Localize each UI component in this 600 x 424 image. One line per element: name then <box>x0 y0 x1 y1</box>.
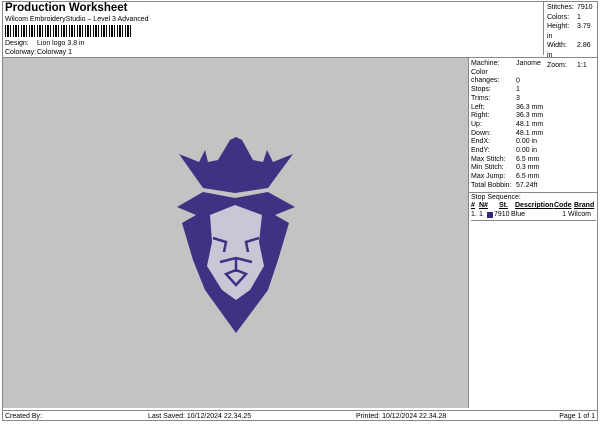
stat-row: Colors: 1 <box>547 13 598 23</box>
info-label: EndY: <box>471 147 490 155</box>
info-label: Min Stitch: <box>471 164 504 172</box>
info-row: Total Bobbin: 57.24ft <box>471 182 598 191</box>
col-n: N# <box>479 202 488 210</box>
info-row: Max Stitch: 6.5 mm <box>471 156 598 165</box>
info-label: Down: <box>471 129 491 137</box>
info-value: 0.3 mm <box>516 164 540 172</box>
info-row: Trims: 3 <box>471 95 598 104</box>
stat-label: Colors: <box>547 13 570 21</box>
row-n: 1 <box>479 210 483 218</box>
info-value: 57.24ft <box>516 181 538 189</box>
colorway-value: Colorway 1 <box>37 49 73 56</box>
lion-logo <box>177 137 295 333</box>
color-swatch <box>487 211 493 218</box>
row-num: 1. <box>471 210 477 218</box>
info-label: Trims: <box>471 94 491 102</box>
info-row: EndY: 0.00 in <box>471 147 598 156</box>
col-description: Description <box>515 202 554 210</box>
stat-value: 1 <box>577 13 581 21</box>
colorway-label: Colorway: <box>5 49 37 56</box>
stat-value: 7910 <box>577 4 593 11</box>
info-label: Stops: <box>471 86 491 94</box>
printed-date: Printed: 10/12/2024 22.34.28 <box>356 413 447 420</box>
info-label: Left: <box>471 103 485 111</box>
last-saved: Last Saved: 10/12/2024 22.34.25 <box>148 413 252 420</box>
stop-sequence-title: Stop Sequence: <box>471 193 521 201</box>
info-label: Max Jump: <box>471 173 506 181</box>
col-st: St. <box>499 202 508 210</box>
info-value: 6.5 mm <box>516 155 540 163</box>
info-label: Machine: <box>471 60 500 67</box>
colorway-row: Colorway:Colorway 1 <box>5 49 72 56</box>
info-row: Left: 36.3 mm <box>471 104 598 113</box>
info-value: 36.3 mm <box>516 103 544 111</box>
info-value: Janome <box>516 60 541 67</box>
sequence-header: # N# St. Description Code Brand <box>471 202 596 211</box>
info-row: Down: 48.1 mm <box>471 130 598 139</box>
barcode <box>5 25 131 37</box>
info-value: 48.1 mm <box>516 129 544 137</box>
info-label: Right: <box>471 112 490 120</box>
footer: Created By: Last Saved: 10/12/2024 22.34… <box>2 410 598 421</box>
stat-label: Stitches: <box>547 4 574 11</box>
info-row: Machine: Janome <box>471 60 598 69</box>
info-value: 0 <box>516 77 520 85</box>
stats-box: Stitches: 7910 Colors: 1 Height: 3.79 in Wi… <box>543 1 598 69</box>
info-panel: Machine: Janome Color changes: 0 Stops: 1 T… <box>468 58 598 408</box>
info-value: 3 <box>516 94 520 102</box>
info-row: Stops: 1 <box>471 86 598 95</box>
row-code: 1 <box>562 210 566 218</box>
crown <box>179 137 293 193</box>
info-label: Up: <box>471 120 482 128</box>
row-description: Blue <box>511 210 526 218</box>
design-label: Design: <box>5 40 29 47</box>
info-row: Right: 36.3 mm <box>471 112 598 121</box>
stat-row: Height: 3.79 in <box>547 22 598 41</box>
info-row: Up: 48.1 mm <box>471 121 598 130</box>
design-preview <box>3 58 468 408</box>
info-row: Color changes: 0 <box>471 69 598 86</box>
col-code: Code <box>554 202 572 210</box>
software-name: Wilcom EmbroideryStudio – Level 3 Advanc… <box>5 16 149 23</box>
stat-row: Stitches: 7910 <box>547 3 598 13</box>
info-row: Max Jump: 6.5 mm <box>471 173 598 182</box>
info-value: 0.00 in <box>516 138 538 146</box>
info-label: EndX: <box>471 138 491 146</box>
info-value: 1 <box>516 86 520 94</box>
col-num: # <box>471 202 475 210</box>
machine-info: Machine: Janome Color changes: 0 Stops: 1 T… <box>469 58 598 191</box>
info-value: 6.5 mm <box>516 173 540 181</box>
info-label: Color changes: <box>471 68 500 85</box>
created-by: Created By: <box>5 413 42 420</box>
design-row: Design: Lion logo 3.8 in <box>5 40 84 47</box>
page-title: Production Worksheet <box>5 2 128 14</box>
stop-sequence: Stop Sequence: # N# St. Description Code… <box>469 191 598 223</box>
info-value: 48.1 mm <box>516 120 544 128</box>
row-stitches: 7910 <box>494 210 510 218</box>
info-value: 36.3 mm <box>516 112 544 120</box>
page-number: Page 1 of 1 <box>559 413 595 420</box>
info-row: EndX: 0.00 in <box>471 138 598 147</box>
stat-label: Width: <box>547 42 567 50</box>
stat-label: Height: <box>547 23 570 31</box>
col-brand: Brand <box>574 202 595 210</box>
info-label: Max Stitch: <box>471 155 506 163</box>
row-brand: Wilcom <box>568 210 591 218</box>
info-row: Min Stitch: 0.3 mm <box>471 164 598 173</box>
design-value: Lion logo 3.8 in <box>37 40 85 47</box>
sequence-row: 1. 1 7910 Blue 1 Wilcom <box>471 211 596 222</box>
info-label: Total Bobbin: <box>471 181 512 189</box>
info-value: 0.00 in <box>516 147 538 155</box>
